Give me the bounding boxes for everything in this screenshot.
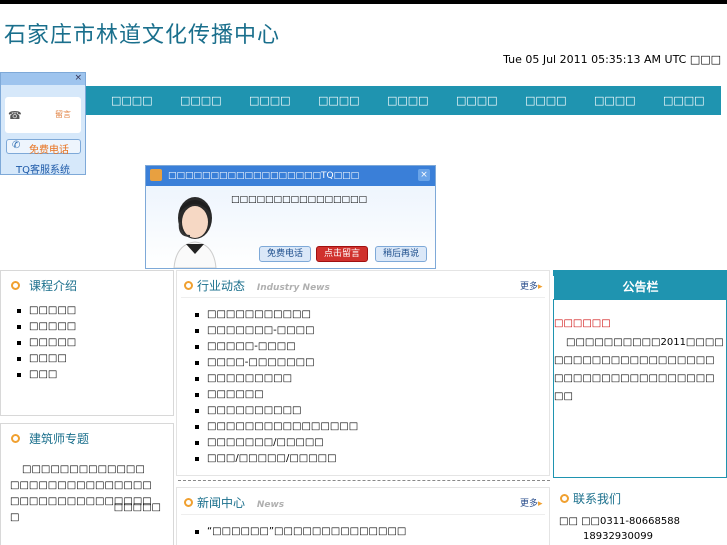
industry-panel: 行业动态 Industry News 更多▸ □□□□□□□□□□□ □□□□□… bbox=[176, 270, 550, 476]
bullet-icon bbox=[184, 498, 193, 507]
site-title: 石家庄市林道文化传播中心 bbox=[4, 23, 281, 48]
nav-item-1[interactable]: □□□□ bbox=[111, 94, 153, 107]
bullet-icon bbox=[11, 434, 20, 443]
agent-avatar bbox=[173, 197, 217, 268]
phone-icon: ✆ bbox=[12, 140, 21, 151]
course-item[interactable]: □□□□□ bbox=[17, 303, 76, 319]
nav-item-5[interactable]: □□□□ bbox=[387, 94, 429, 107]
course-item[interactable]: □□□ bbox=[17, 367, 76, 383]
top-border bbox=[0, 0, 727, 4]
nav-item-4[interactable]: □□□□ bbox=[318, 94, 360, 107]
architect-more-link[interactable]: □□□□□ bbox=[114, 502, 161, 513]
industry-news-item[interactable]: □□□/□□□□□/□□□□□ bbox=[195, 451, 358, 467]
industry-news-item[interactable]: □□□□□-□□□□ bbox=[195, 339, 358, 355]
tq-logo-icon bbox=[150, 169, 162, 181]
notice-text: □□□□□□□□□□2011□□□□□□□□□□□□□□□□□□□□□□□□□□… bbox=[554, 337, 724, 402]
divider bbox=[181, 514, 545, 515]
nav-item-3[interactable]: □□□□ bbox=[249, 94, 291, 107]
industry-news-item[interactable]: □□□□□□□/□□□□□ bbox=[195, 435, 358, 451]
industry-title: 行业动态 Industry News bbox=[197, 277, 330, 294]
architect-text: □□□□□□□□□□□□□□□□□□□□□□□□□□□□□□□□□□□□□□□□… bbox=[10, 464, 152, 523]
contact-title: 联系我们 bbox=[573, 492, 622, 506]
industry-more-link[interactable]: 更多▸ bbox=[520, 279, 543, 292]
leave-message-button[interactable]: 点击留言 bbox=[316, 246, 368, 262]
close-icon[interactable]: × bbox=[418, 169, 430, 181]
online-service-widget: × ☎ 留言 ✆ 免费电话 TQ客服系统 bbox=[0, 72, 86, 176]
industry-news-item[interactable]: □□□□□□□□□ bbox=[195, 371, 358, 387]
popup-message: □□□□□□□□□□□□□□□□ bbox=[231, 195, 368, 205]
nav-item-8[interactable]: □□□□ bbox=[594, 94, 636, 107]
nav-item-7[interactable]: □□□□ bbox=[525, 94, 567, 107]
leave-message-link[interactable]: 留言 bbox=[55, 109, 71, 120]
course-item[interactable]: □□□□ bbox=[17, 351, 76, 367]
more-label: 更多 bbox=[520, 282, 539, 292]
news-subtitle: News bbox=[256, 500, 285, 510]
industry-title-text: 行业动态 bbox=[197, 279, 246, 293]
popup-header: □□□□□□□□□□□□□□□□□□TQ□□□ × bbox=[146, 166, 435, 186]
arrow-icon: ▸ bbox=[538, 499, 543, 509]
nav-item-6[interactable]: □□□□ bbox=[456, 94, 498, 107]
datetime-text: Tue 05 Jul 2011 05:35:13 AM UTC □□□ bbox=[503, 53, 721, 66]
free-call-button[interactable]: 免费电话 bbox=[259, 246, 311, 262]
course-item[interactable]: □□□□□ bbox=[17, 335, 76, 351]
news-title: 新闻中心 News bbox=[197, 494, 284, 511]
nav-item-9[interactable]: □□□□ bbox=[663, 94, 705, 107]
popup-body: □□□□□□□□□□□□□□□□ 免费电话 点击留言 稍后再说 bbox=[146, 186, 435, 268]
arrow-icon: ▸ bbox=[538, 282, 543, 292]
chat-invite-popup: □□□□□□□□□□□□□□□□□□TQ□□□ × □□□□□□□□□□□□□□… bbox=[145, 165, 436, 269]
industry-news-item[interactable]: □□□□□□ bbox=[195, 387, 358, 403]
free-call-button[interactable]: ✆ 免费电话 bbox=[6, 139, 81, 156]
main-nav: □□□□ □□□□ □□□□ □□□□ □□□□ □□□□ □□□□ □□□□ … bbox=[86, 86, 721, 115]
architect-title: 建筑师专题 bbox=[29, 432, 90, 446]
news-title-text: 新闻中心 bbox=[197, 496, 246, 510]
news-panel: 新闻中心 News 更多▸ “□□□□□□”□□□□□□□□□□□□□□ bbox=[176, 487, 550, 545]
news-item[interactable]: “□□□□□□”□□□□□□□□□□□□□□ bbox=[195, 524, 406, 540]
section-divider bbox=[178, 480, 550, 481]
course-item[interactable]: □□□□□ bbox=[17, 319, 76, 335]
architect-panel: 建筑师专题 □□□□□□□□□□□□□□□□□□□□□□□□□□□□□□□□□□… bbox=[0, 423, 174, 545]
courses-title: 课程介绍 bbox=[29, 279, 78, 293]
widget-header: × bbox=[1, 73, 85, 85]
bullet-icon bbox=[184, 281, 193, 290]
widget-status-box: ☎ 留言 bbox=[5, 97, 81, 133]
contact-mobile: 18932930099 bbox=[583, 531, 653, 542]
notice-highlight: □□□□□□ bbox=[554, 318, 611, 329]
later-button[interactable]: 稍后再说 bbox=[375, 246, 427, 262]
phone-icon: ☎ bbox=[8, 109, 22, 122]
widget-footer[interactable]: TQ客服系统 bbox=[1, 161, 85, 176]
industry-news-item[interactable]: □□□□□□□□□□□□□□□□ bbox=[195, 419, 358, 435]
nav-item-2[interactable]: □□□□ bbox=[180, 94, 222, 107]
divider bbox=[181, 297, 545, 298]
bullet-icon bbox=[560, 494, 569, 503]
news-more-link[interactable]: 更多▸ bbox=[520, 496, 543, 509]
free-call-label: 免费电话 bbox=[29, 145, 69, 156]
notice-panel: □□□□□□ □□□□□□□□□□2011□□□□□□□□□□□□□□□□□□□… bbox=[553, 299, 727, 478]
industry-news-item[interactable]: □□□□□□□□□□ bbox=[195, 403, 358, 419]
industry-subtitle: Industry News bbox=[256, 283, 330, 293]
industry-news-item[interactable]: □□□□□□□□□□□ bbox=[195, 307, 358, 323]
industry-news-item[interactable]: □□□□□□□-□□□□ bbox=[195, 323, 358, 339]
bullet-icon bbox=[11, 281, 20, 290]
notice-title: 公告栏 bbox=[554, 276, 727, 299]
close-icon[interactable]: × bbox=[74, 73, 82, 83]
industry-news-item[interactable]: □□□□-□□□□□□□ bbox=[195, 355, 358, 371]
more-label: 更多 bbox=[520, 499, 539, 509]
contact-phone: □□ □□0311-80668588 bbox=[559, 516, 680, 527]
popup-title: □□□□□□□□□□□□□□□□□□TQ□□□ bbox=[168, 171, 360, 181]
courses-panel: 课程介绍 □□□□□ □□□□□ □□□□□ □□□□ □□□ bbox=[0, 270, 174, 416]
contact-panel: 联系我们 □□ □□0311-80668588 18932930099 bbox=[553, 485, 727, 545]
